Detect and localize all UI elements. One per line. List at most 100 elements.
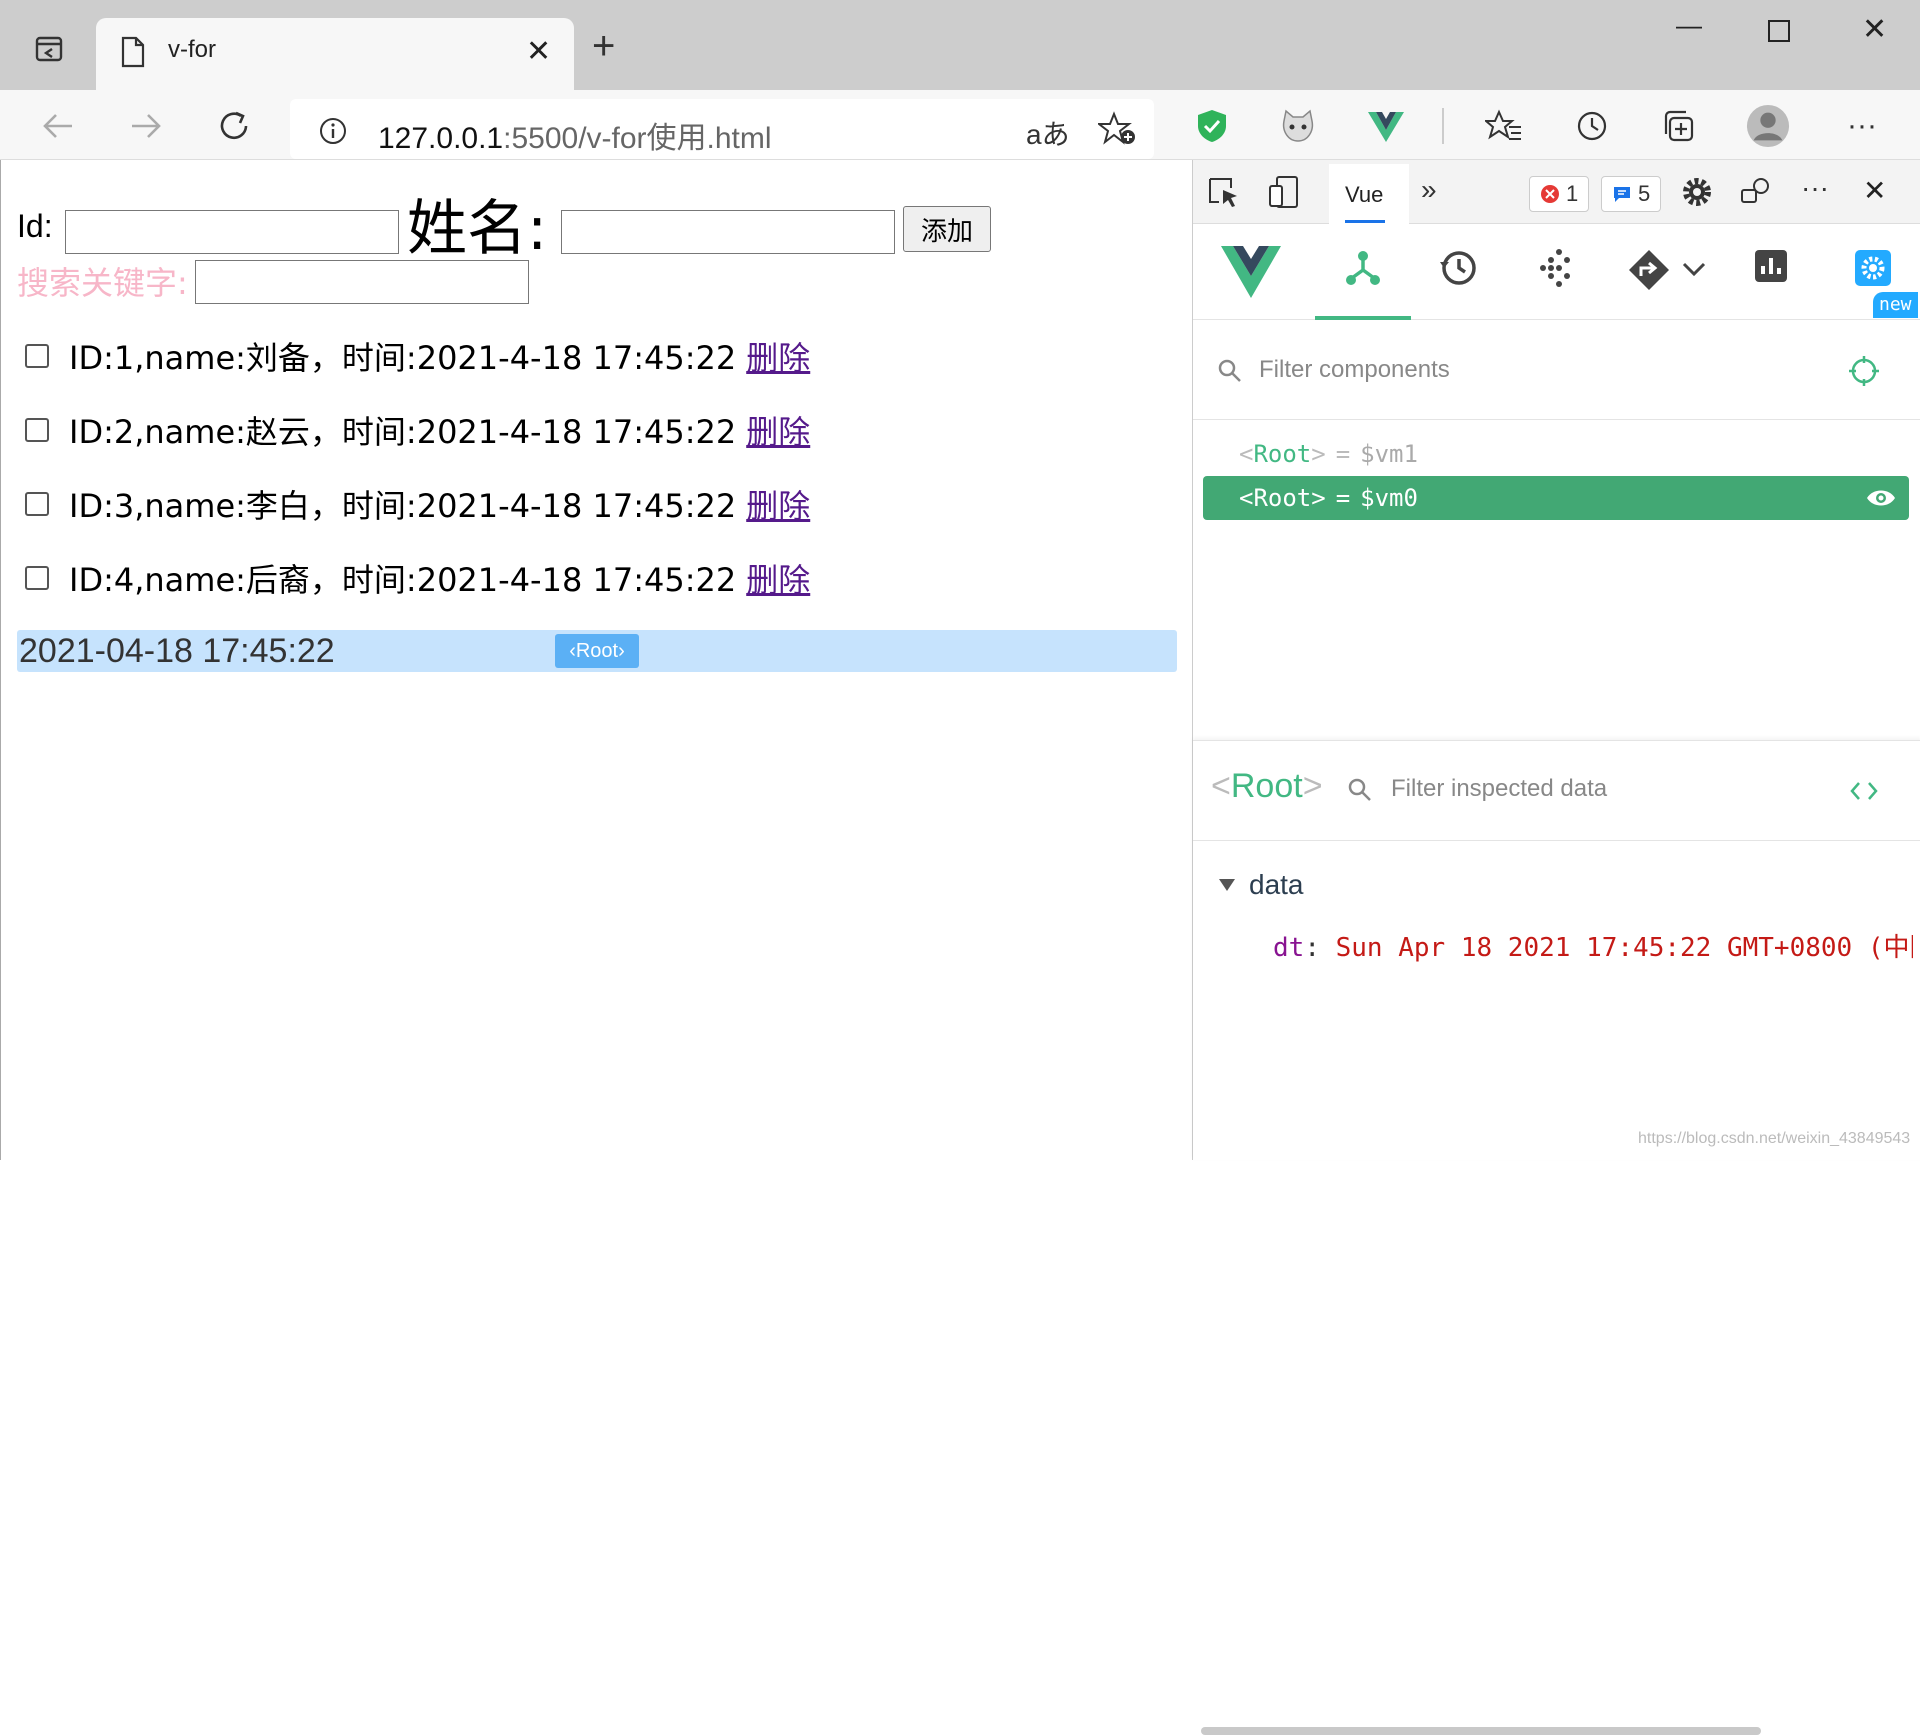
delete-link[interactable]: 删除 — [746, 555, 810, 601]
search-input[interactable] — [195, 260, 529, 304]
list-item: ID:2,name:赵云，时间:2021-4-18 17:45:22 删除 — [25, 407, 810, 453]
devtools-more-icon[interactable]: ··· — [1801, 172, 1829, 204]
address-bar[interactable]: 127.0.0.1:5500/v-for使用.html aあ — [290, 99, 1154, 159]
vue-devtools-nav: new — [1193, 224, 1920, 320]
close-devtools-icon[interactable]: ✕ — [1863, 174, 1886, 207]
web-page: Id: 姓名: 添加 搜索关键字: ID:1,name:刘备，时间:2021-4… — [0, 160, 1192, 1160]
active-tab-indicator — [1345, 220, 1385, 223]
back-icon[interactable] — [36, 104, 80, 148]
error-count: 1 — [1566, 181, 1579, 206]
browser-tab[interactable]: v-for ✕ — [96, 18, 574, 90]
item-checkbox[interactable] — [25, 492, 49, 516]
component-highlight: 2021-04-18 17:45:22 ‹Root› — [17, 630, 1177, 672]
delete-link[interactable]: 删除 — [746, 407, 810, 453]
item-text: ID:2,name:赵云，时间:2021-4-18 17:45:22 — [69, 413, 737, 451]
more-tabs-icon[interactable]: » — [1421, 174, 1437, 206]
list-item: ID:1,name:刘备，时间:2021-4-18 17:45:22 删除 — [25, 333, 810, 379]
vuex-icon[interactable] — [1535, 248, 1575, 288]
root-component-tag: ‹Root› — [555, 634, 639, 668]
search-icon — [1348, 778, 1371, 801]
routing-icon[interactable] — [1627, 248, 1671, 292]
components-icon[interactable] — [1343, 248, 1383, 288]
add-favorite-icon[interactable] — [1098, 111, 1138, 147]
collapse-arrow-icon[interactable] — [1219, 879, 1235, 891]
document-icon — [121, 36, 145, 68]
collections-icon[interactable] — [1656, 104, 1700, 148]
message-count: 5 — [1638, 181, 1651, 206]
vue-logo-icon — [1221, 246, 1281, 298]
component-inspector: <Root> Filter inspected data data dt: Su… — [1193, 740, 1920, 1735]
tag-open: < — [1239, 484, 1254, 512]
eye-icon[interactable] — [1865, 486, 1897, 510]
watermark-text: https://blog.csdn.net/weixin_43849543 — [1638, 1130, 1911, 1147]
plugin-settings-icon[interactable] — [1853, 248, 1893, 288]
performance-icon[interactable] — [1753, 248, 1789, 284]
inspect-element-icon[interactable] — [1207, 176, 1241, 210]
error-count-badge[interactable]: 1 — [1529, 176, 1590, 212]
vm-ref: $vm1 — [1360, 440, 1418, 468]
delete-link[interactable]: 删除 — [746, 333, 810, 379]
tag-close: > — [1302, 767, 1323, 805]
tag-open: < — [1239, 440, 1254, 468]
data-section-label[interactable]: data — [1249, 869, 1304, 901]
devtools-panel: Vue » 1 5 ··· ✕ new Filter components < … — [1192, 160, 1920, 1735]
vue-devtools-extension-icon[interactable] — [1364, 104, 1408, 148]
profile-avatar[interactable] — [1746, 104, 1790, 148]
tab-vue[interactable]: Vue — [1329, 164, 1409, 224]
item-text: ID:1,name:刘备，时间:2021-4-18 17:45:22 — [69, 339, 737, 377]
name-input[interactable] — [561, 210, 895, 254]
refresh-icon[interactable] — [212, 104, 256, 148]
site-info-icon[interactable] — [318, 116, 348, 146]
inspector-header: <Root> Filter inspected data — [1193, 741, 1920, 841]
cat-extension-icon[interactable] — [1276, 104, 1320, 148]
window-close-icon[interactable]: ✕ — [1862, 12, 1887, 47]
forward-icon[interactable] — [124, 104, 168, 148]
message-count-badge[interactable]: 5 — [1601, 176, 1662, 212]
delete-link[interactable]: 删除 — [746, 481, 810, 527]
filter-components-input[interactable]: Filter components — [1259, 356, 1450, 384]
item-checkbox[interactable] — [25, 344, 49, 368]
tree-node-root-selected[interactable]: < Root > = $vm0 — [1203, 476, 1909, 520]
device-toolbar-icon[interactable] — [1267, 174, 1301, 210]
property-key: dt — [1273, 933, 1305, 963]
new-tab-icon[interactable]: + — [592, 26, 615, 66]
tab-actions-icon — [35, 36, 63, 62]
id-input[interactable] — [65, 210, 399, 254]
history-icon[interactable] — [1570, 104, 1614, 148]
new-badge: new — [1873, 292, 1918, 318]
search-icon — [1218, 359, 1241, 382]
more-menu-icon[interactable]: ··· — [1840, 104, 1884, 148]
property-value: Sun Apr 18 2021 17:45:22 GMT+0800 (中国 — [1335, 933, 1913, 963]
shield-extension-icon[interactable] — [1190, 104, 1234, 148]
browser-toolbar: 127.0.0.1:5500/v-for使用.html aあ ··· — [0, 90, 1920, 160]
inspector-title: <Root> — [1211, 767, 1323, 806]
filter-components-bar: Filter components — [1193, 320, 1920, 420]
item-checkbox[interactable] — [25, 418, 49, 442]
tab-title: v-for — [168, 36, 216, 63]
customize-devtools-icon[interactable] — [1739, 176, 1773, 208]
filter-inspected-data-input[interactable]: Filter inspected data — [1391, 775, 1607, 803]
search-keyword-label: 搜索关键字: — [17, 264, 188, 302]
code-icon[interactable] — [1849, 779, 1879, 803]
name-label: 姓名: — [407, 194, 548, 264]
timeline-icon[interactable] — [1437, 248, 1479, 288]
item-checkbox[interactable] — [25, 566, 49, 590]
devtools-tabbar: Vue » 1 5 ··· ✕ — [1193, 160, 1920, 224]
tab-close-icon[interactable]: ✕ — [526, 34, 551, 69]
toolbar-divider — [1442, 108, 1444, 144]
maximize-icon[interactable] — [1768, 20, 1790, 42]
tree-node-root[interactable]: < Root > = $vm1 — [1203, 432, 1909, 476]
favorites-icon[interactable] — [1482, 104, 1526, 148]
horizontal-scrollbar[interactable] — [1201, 1727, 1761, 1735]
minimize-icon[interactable]: — — [1676, 10, 1702, 41]
tab-actions-button[interactable] — [26, 28, 72, 70]
chevron-down-icon[interactable] — [1681, 260, 1707, 278]
add-button[interactable]: 添加 — [903, 206, 991, 252]
data-property-row: dt: Sun Apr 18 2021 17:45:22 GMT+0800 (中… — [1273, 927, 1913, 964]
tag-open: < — [1211, 767, 1231, 805]
settings-gear-icon[interactable] — [1681, 176, 1713, 208]
read-aloud-icon[interactable]: aあ — [1026, 113, 1070, 153]
select-component-icon[interactable] — [1847, 354, 1881, 388]
inspector-component-name: Root — [1230, 767, 1303, 805]
tab-strip: v-for ✕ + — ✕ — [0, 0, 1920, 90]
